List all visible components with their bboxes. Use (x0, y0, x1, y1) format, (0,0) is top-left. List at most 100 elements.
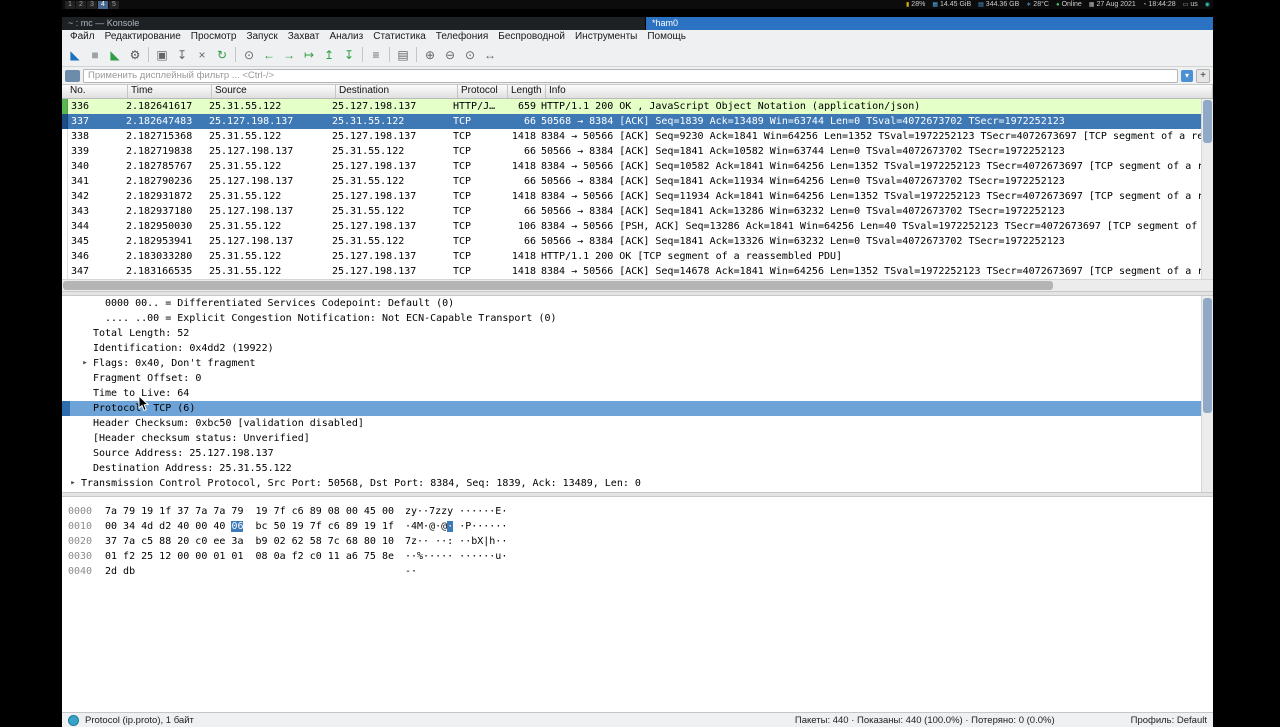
detail-line[interactable]: Protocol: TCP (6) (62, 401, 1202, 416)
start-capture-button[interactable]: ◣ (65, 45, 85, 64)
workspace-button[interactable]: 3 (87, 1, 97, 9)
detail-line[interactable]: Total Length: 52 (62, 326, 1202, 341)
workspace-button[interactable]: 4 (98, 1, 108, 9)
packet-list-vertical-scrollbar[interactable] (1201, 99, 1213, 279)
zoom-100-button[interactable]: ⊙ (460, 45, 480, 64)
tray-temperature[interactable]: ∗28°C (1026, 1, 1049, 9)
detail-line[interactable]: Time to Live: 64 (62, 386, 1202, 401)
hex-dump-pane[interactable]: 00007a 79 19 1f 37 7a 7a 79 19 7f c6 89 … (62, 497, 1213, 712)
menu-telephony[interactable]: Телефония (431, 30, 494, 43)
go-first-packet-button[interactable]: ↥ (319, 45, 339, 64)
go-back-button[interactable]: ← (259, 45, 279, 64)
tray-battery[interactable]: ▮28% (906, 1, 925, 9)
find-packet-button[interactable]: ⊙ (239, 45, 259, 64)
autoscroll-button[interactable]: ≡ (366, 45, 386, 64)
detail-line[interactable]: Source Address: 25.127.198.137 (62, 446, 1202, 461)
horizontal-scrollbar-thumb[interactable] (63, 281, 1053, 290)
packet-row[interactable]: 3372.18264748325.127.198.13725.31.55.122… (62, 114, 1202, 129)
workspace-button[interactable]: 2 (76, 1, 86, 9)
menu-help[interactable]: Помощь (642, 30, 691, 43)
display-filter-input[interactable] (83, 69, 1178, 83)
open-file-button[interactable]: ▣ (152, 45, 172, 64)
packet-row[interactable]: 3452.18295394125.127.198.13725.31.55.122… (62, 234, 1202, 249)
tray-memory[interactable]: ▦14.45 GiB (932, 1, 971, 9)
packet-row[interactable]: 3442.18295003025.31.55.12225.127.198.137… (62, 219, 1202, 234)
save-file-button[interactable]: ↧ (172, 45, 192, 64)
detail-line[interactable]: ▸Transmission Control Protocol, Src Port… (62, 476, 1202, 491)
workspace-button[interactable]: 5 (109, 1, 119, 9)
capture-options-button[interactable]: ⚙ (125, 45, 145, 64)
profile-button[interactable]: Профиль: Default (1131, 715, 1207, 726)
hex-row[interactable]: 001000 34 4d d2 40 00 40 06 bc 50 19 7f … (62, 519, 1213, 534)
column-header-source[interactable]: Source (212, 85, 336, 98)
column-header-time[interactable]: Time (128, 85, 212, 98)
packet-list-horizontal-scrollbar[interactable] (62, 279, 1213, 291)
tray-power[interactable]: ◉ (1205, 1, 1210, 9)
filter-dropdown-button[interactable]: ▾ (1181, 70, 1193, 82)
tray-keyboard[interactable]: ▭us (1183, 1, 1198, 9)
tray-network[interactable]: ●Online (1056, 1, 1082, 9)
packet-row[interactable]: 3462.18303328025.31.55.12225.127.198.137… (62, 249, 1202, 264)
column-header-no[interactable]: No. (62, 85, 128, 98)
menu-wireless[interactable]: Беспроводной (493, 30, 570, 43)
zoom-in-button[interactable]: ⊕ (420, 45, 440, 64)
packet-row[interactable]: 3412.18279023625.127.198.13725.31.55.122… (62, 174, 1202, 189)
cell-info: 8384 → 50566 [ACK] Seq=14678 Ack=1841 Wi… (538, 264, 1202, 279)
packet-row[interactable]: 3392.18271983825.127.198.13725.31.55.122… (62, 144, 1202, 159)
go-forward-button[interactable]: → (279, 45, 299, 64)
packet-row[interactable]: 3402.18278576725.31.55.12225.127.198.137… (62, 159, 1202, 174)
go-last-packet-button[interactable]: ↧ (339, 45, 359, 64)
detail-line[interactable]: Destination Address: 25.31.55.122 (62, 461, 1202, 476)
tray-disk[interactable]: ▤344.36 GB (978, 1, 1019, 9)
vertical-scrollbar-thumb[interactable] (1203, 100, 1212, 143)
window-tab-konsole[interactable]: ~ : mc — Konsole (62, 17, 646, 30)
packet-row[interactable]: 3422.18293187225.31.55.12225.127.198.137… (62, 189, 1202, 204)
column-header-destination[interactable]: Destination (336, 85, 458, 98)
tray-time[interactable]: ◔18:44:28 (1143, 1, 1176, 9)
packet-row[interactable]: 3472.18316653525.31.55.12225.127.198.137… (62, 264, 1202, 279)
restart-capture-button[interactable]: ◣ (105, 45, 125, 64)
hex-row[interactable]: 00007a 79 19 1f 37 7a 7a 79 19 7f c6 89 … (62, 504, 1213, 519)
hex-row[interactable]: 00402d db-· (62, 564, 1213, 579)
stop-capture-button[interactable]: ■ (85, 45, 105, 64)
packet-row[interactable]: 3382.18271536825.31.55.12225.127.198.137… (62, 129, 1202, 144)
go-to-packet-button[interactable]: ↦ (299, 45, 319, 64)
workspace-button[interactable]: 1 (65, 1, 75, 9)
hex-row[interactable]: 003001 f2 25 12 00 00 01 01 08 0a f2 c0 … (62, 549, 1213, 564)
column-header-protocol[interactable]: Protocol (458, 85, 508, 98)
menu-tools[interactable]: Инструменты (570, 30, 642, 43)
detail-line[interactable]: ▸Flags: 0x40, Don't fragment (62, 356, 1202, 371)
zoom-out-button[interactable]: ⊖ (440, 45, 460, 64)
filter-bookmark-icon[interactable] (65, 70, 80, 82)
menu-analyze[interactable]: Анализ (324, 30, 368, 43)
details-scrollbar-thumb[interactable] (1203, 298, 1212, 413)
detail-line[interactable]: 0000 00.. = Differentiated Services Code… (62, 296, 1202, 311)
expand-arrow-icon[interactable]: ▸ (80, 356, 90, 371)
detail-line[interactable]: Identification: 0x4dd2 (19922) (62, 341, 1202, 356)
menu-statistics[interactable]: Статистика (368, 30, 431, 43)
menu-file[interactable]: Файл (65, 30, 100, 43)
tray-date[interactable]: ▦27 Aug 2021 (1089, 1, 1136, 9)
window-tab-wireshark[interactable]: *ham0 (646, 17, 1213, 30)
packet-row[interactable]: 3432.18293718025.127.198.13725.31.55.122… (62, 204, 1202, 219)
close-file-button[interactable]: × (192, 45, 212, 64)
menu-go[interactable]: Запуск (241, 30, 282, 43)
packet-row[interactable]: 3362.18264161725.31.55.12225.127.198.137… (62, 99, 1202, 114)
menu-view[interactable]: Просмотр (186, 30, 242, 43)
expert-info-button[interactable] (68, 715, 79, 726)
column-header-length[interactable]: Length (508, 85, 546, 98)
detail-line[interactable]: [Header checksum status: Unverified] (62, 431, 1202, 446)
resize-columns-button[interactable]: ↔ (480, 45, 500, 64)
hex-row[interactable]: 002037 7a c5 88 20 c0 ee 3a b9 02 62 58 … (62, 534, 1213, 549)
expand-arrow-icon[interactable]: ▸ (68, 476, 78, 491)
menu-capture[interactable]: Захват (283, 30, 325, 43)
reload-button[interactable]: ↻ (212, 45, 232, 64)
details-vertical-scrollbar[interactable] (1201, 296, 1213, 492)
menu-edit[interactable]: Редактирование (100, 30, 186, 43)
detail-line[interactable]: Fragment Offset: 0 (62, 371, 1202, 386)
filter-add-button[interactable]: + (1196, 69, 1210, 83)
column-header-info[interactable]: Info (546, 85, 1213, 98)
detail-line[interactable]: Header Checksum: 0xbc50 [validation disa… (62, 416, 1202, 431)
colorize-button[interactable]: ▤ (393, 45, 413, 64)
detail-line[interactable]: .... ..00 = Explicit Congestion Notifica… (62, 311, 1202, 326)
